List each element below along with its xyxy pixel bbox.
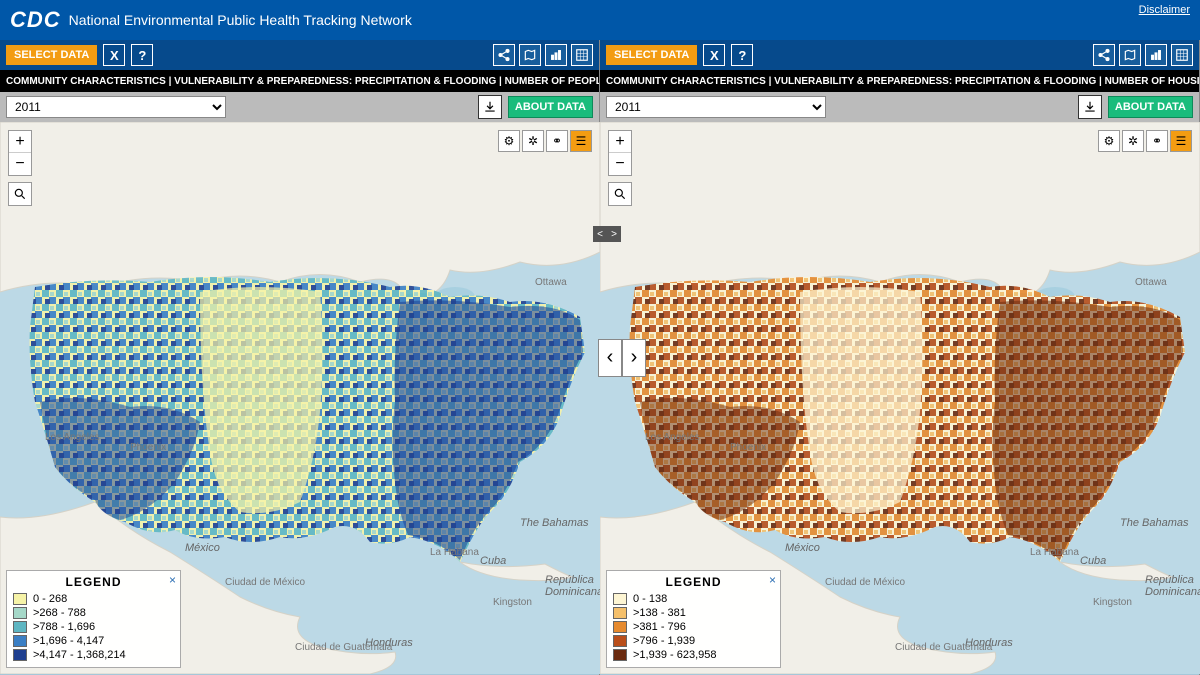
map-tools: ⚙ ✲ ⚭ ☰	[1098, 130, 1192, 152]
mini-left-button[interactable]: <	[593, 226, 607, 242]
legend-label: 0 - 268	[33, 593, 67, 605]
year-select[interactable]: 2011	[6, 96, 226, 118]
legend-row: >268 - 788	[13, 607, 174, 619]
map-right[interactable]: + − ⚙ ✲ ⚭ ☰ Ottawa Los Angeles Phoenix M…	[600, 122, 1200, 674]
legend-row: 0 - 138	[613, 593, 774, 605]
legend-swatch	[13, 649, 27, 661]
map-search-button[interactable]	[608, 182, 632, 206]
legend-swatch	[613, 607, 627, 619]
left-panel: SELECT DATA X ? COMMUNITY CHARACTERISTIC…	[0, 40, 600, 675]
breadcrumb-text: COMMUNITY CHARACTERISTICS | VULNERABILIT…	[606, 76, 1199, 87]
gear-icon[interactable]: ⚙	[1098, 130, 1120, 152]
legend-row: >796 - 1,939	[613, 635, 774, 647]
slider-right-button[interactable]: ›	[622, 339, 646, 377]
filter-row: 2011 ABOUT DATA	[0, 92, 599, 122]
filter-row: 2011 ABOUT DATA	[600, 92, 1199, 122]
legend-close-button[interactable]: ×	[169, 573, 176, 587]
legend-label: >1,696 - 4,147	[33, 635, 104, 647]
legend-swatch	[13, 593, 27, 605]
zoom-in-button[interactable]: +	[9, 131, 31, 153]
zoom-in-button[interactable]: +	[609, 131, 631, 153]
legend-swatch	[613, 635, 627, 647]
legend-row: >1,939 - 623,958	[613, 649, 774, 661]
table-icon[interactable]	[1171, 44, 1193, 66]
link-icon[interactable]: ⚭	[1146, 130, 1168, 152]
map-search-button[interactable]	[8, 182, 32, 206]
mini-right-button[interactable]: >	[607, 226, 621, 242]
cdc-logo: CDC	[10, 7, 61, 33]
legend-label: >4,147 - 1,368,214	[33, 649, 126, 661]
legend-title: LEGEND	[613, 575, 774, 591]
app-header: CDC National Environmental Public Health…	[0, 0, 1200, 40]
zoom-control: + −	[8, 130, 32, 176]
legend-label: >381 - 796	[633, 621, 686, 633]
toolbar: SELECT DATA X ?	[600, 40, 1199, 70]
legend-swatch	[613, 593, 627, 605]
settings-icon[interactable]: ✲	[1122, 130, 1144, 152]
chart-icon[interactable]	[545, 44, 567, 66]
download-button[interactable]	[478, 95, 502, 119]
about-data-button[interactable]: ABOUT DATA	[1108, 96, 1193, 118]
legend-swatch	[13, 621, 27, 633]
table-icon[interactable]	[571, 44, 593, 66]
legend-right: × LEGEND 0 - 138 >138 - 381 >381 - 796 >796…	[606, 570, 781, 668]
breadcrumb-text: COMMUNITY CHARACTERISTICS | VULNERABILIT…	[6, 76, 599, 87]
map-left[interactable]: + − ⚙ ✲ ⚭ ☰ Ottawa Los Angeles Phoenix M…	[0, 122, 600, 674]
layers-icon[interactable]: ☰	[570, 130, 592, 152]
map-icon[interactable]	[519, 44, 541, 66]
compare-slider[interactable]: ‹ ›	[598, 339, 646, 377]
disclaimer-link[interactable]: Disclaimer	[1139, 4, 1190, 16]
about-data-button[interactable]: ABOUT DATA	[508, 96, 593, 118]
legend-label: >788 - 1,696	[33, 621, 95, 633]
select-data-button[interactable]: SELECT DATA	[606, 45, 697, 65]
legend-row: >138 - 381	[613, 607, 774, 619]
legend-label: >138 - 381	[633, 607, 686, 619]
legend-row: >381 - 796	[613, 621, 774, 633]
breadcrumb: COMMUNITY CHARACTERISTICS | VULNERABILIT…	[600, 70, 1199, 92]
gear-icon[interactable]: ⚙	[498, 130, 520, 152]
chart-icon[interactable]	[1145, 44, 1167, 66]
legend-label: >268 - 788	[33, 607, 86, 619]
download-button[interactable]	[1078, 95, 1102, 119]
legend-row: >4,147 - 1,368,214	[13, 649, 174, 661]
close-button[interactable]: X	[703, 44, 725, 66]
legend-swatch	[13, 607, 27, 619]
layers-icon[interactable]: ☰	[1170, 130, 1192, 152]
slider-left-button[interactable]: ‹	[598, 339, 622, 377]
zoom-out-button[interactable]: −	[9, 153, 31, 175]
legend-row: 0 - 268	[13, 593, 174, 605]
toolbar: SELECT DATA X ?	[0, 40, 599, 70]
compare-mini-toggle: < >	[593, 226, 621, 242]
legend-label: 0 - 138	[633, 593, 667, 605]
year-select[interactable]: 2011	[606, 96, 826, 118]
settings-icon[interactable]: ✲	[522, 130, 544, 152]
select-data-button[interactable]: SELECT DATA	[6, 45, 97, 65]
legend-title: LEGEND	[13, 575, 174, 591]
legend-swatch	[613, 621, 627, 633]
legend-row: >1,696 - 4,147	[13, 635, 174, 647]
map-tools: ⚙ ✲ ⚭ ☰	[498, 130, 592, 152]
legend-label: >1,939 - 623,958	[633, 649, 717, 661]
link-icon[interactable]: ⚭	[546, 130, 568, 152]
map-icon[interactable]	[1119, 44, 1141, 66]
zoom-control: + −	[608, 130, 632, 176]
share-icon[interactable]	[1093, 44, 1115, 66]
legend-swatch	[613, 649, 627, 661]
share-icon[interactable]	[493, 44, 515, 66]
legend-close-button[interactable]: ×	[769, 573, 776, 587]
zoom-out-button[interactable]: −	[609, 153, 631, 175]
right-panel: SELECT DATA X ? COMMUNITY CHARACTERISTIC…	[600, 40, 1200, 675]
help-button[interactable]: ?	[731, 44, 753, 66]
help-button[interactable]: ?	[131, 44, 153, 66]
legend-left: × LEGEND 0 - 268 >268 - 788 >788 - 1,696 >1…	[6, 570, 181, 668]
compare-container: SELECT DATA X ? COMMUNITY CHARACTERISTIC…	[0, 40, 1200, 675]
legend-swatch	[13, 635, 27, 647]
legend-label: >796 - 1,939	[633, 635, 695, 647]
close-button[interactable]: X	[103, 44, 125, 66]
legend-row: >788 - 1,696	[13, 621, 174, 633]
app-title: National Environmental Public Health Tra…	[61, 12, 412, 28]
breadcrumb: COMMUNITY CHARACTERISTICS | VULNERABILIT…	[0, 70, 599, 92]
